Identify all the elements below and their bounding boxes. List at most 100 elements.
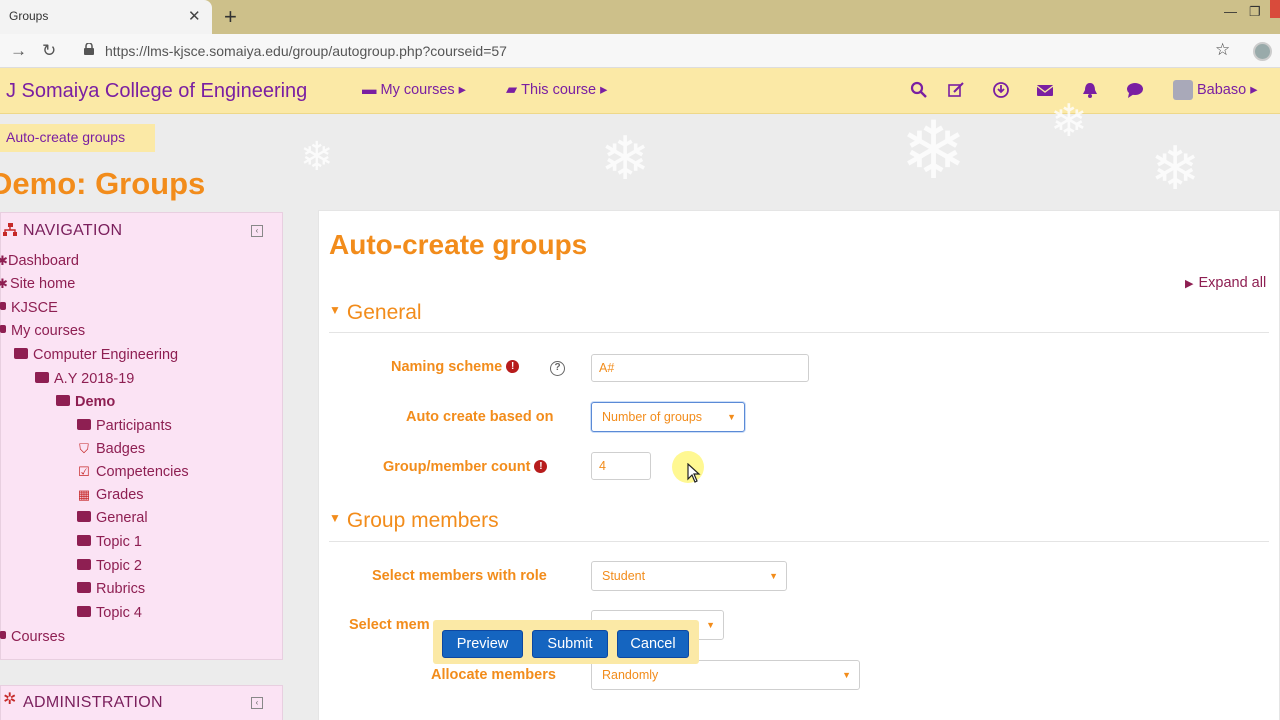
nav-item-participants[interactable]: Participants	[77, 418, 172, 434]
required-icon: !	[506, 359, 520, 373]
url-field[interactable]: https://lms-kjsce.somaiya.edu/group/auto…	[105, 43, 507, 59]
nav-item-topic-1[interactable]: Topic 1	[77, 534, 142, 550]
folder-open-icon	[35, 371, 49, 383]
table-icon: ▦	[77, 487, 91, 502]
nav-item-academic-year[interactable]: A.Y 2018-19	[35, 371, 134, 387]
section-general-title: General	[346, 301, 422, 324]
nav-item-my-courses[interactable]: My courses	[0, 323, 85, 339]
divider	[329, 332, 1269, 333]
minimize-icon[interactable]: —	[1224, 4, 1237, 19]
book-icon: ▰	[506, 82, 518, 98]
dashboard-icon: ✱	[0, 253, 8, 268]
shield-icon: ⛉	[79, 441, 89, 456]
nav-item-demo[interactable]: Demo	[56, 394, 115, 410]
preview-button[interactable]: Preview	[442, 630, 523, 658]
nav-item-topic-2[interactable]: Topic 2	[77, 558, 142, 574]
nav-item-general[interactable]: General	[77, 510, 148, 526]
auto-create-select[interactable]: Number of groups ▼	[591, 402, 745, 432]
nav-item-computer-engineering[interactable]: Computer Engineering	[14, 347, 178, 363]
form-action-bar: Preview Submit Cancel	[433, 620, 699, 664]
dock-block-icon[interactable]: ‹	[251, 697, 263, 709]
extension-icon[interactable]	[1253, 42, 1272, 61]
folder-icon	[77, 558, 91, 570]
this-course-menu[interactable]: ▰ This course ▸	[506, 82, 607, 98]
caret-right-icon: ▶	[1185, 278, 1194, 290]
this-course-label: This course	[521, 82, 597, 98]
search-icon[interactable]	[910, 81, 928, 99]
back-arrow-icon[interactable]: →	[10, 41, 27, 61]
avatar	[1173, 80, 1193, 100]
navigation-block: NAVIGATION ‹ ✱Dashboard ✱ Site home KJSCE…	[0, 212, 283, 660]
user-name: Babaso	[1197, 81, 1247, 98]
folder-icon	[77, 534, 91, 546]
select-members-label: Select mem	[349, 617, 430, 633]
download-circle-icon[interactable]	[992, 81, 1010, 99]
nav-item-badges[interactable]: ⛉ Badges	[77, 441, 145, 457]
divider	[329, 541, 1269, 542]
home-icon: ✱	[0, 276, 8, 291]
tab-title: Groups	[9, 9, 49, 23]
my-courses-menu[interactable]: ▬ My courses ▸	[362, 82, 466, 98]
chevron-down-icon: ▼	[842, 670, 851, 680]
reload-icon[interactable]: ↻	[42, 41, 56, 61]
group-member-count-input[interactable]: 4	[591, 452, 651, 480]
administration-block: ✲ ADMINISTRATION ‹	[0, 685, 283, 720]
chevron-down-icon: ▼	[727, 412, 736, 422]
expand-all-link[interactable]: ▶ Expand all	[1185, 275, 1266, 291]
caret-down-icon: ▼	[329, 303, 341, 318]
new-tab-icon[interactable]: +	[224, 4, 237, 30]
administration-title: ADMINISTRATION	[23, 694, 163, 711]
browser-tab[interactable]: Groups ✕	[0, 0, 212, 34]
restore-icon[interactable]: ❐	[1249, 4, 1261, 20]
section-general-toggle[interactable]: ▼ General	[329, 301, 422, 325]
nav-item-rubrics[interactable]: Rubrics	[77, 581, 145, 597]
chevron-down-icon: ▼	[706, 620, 715, 630]
snowflake-decoration-icon: ❄	[900, 106, 968, 195]
close-tab-icon[interactable]: ✕	[188, 7, 201, 25]
chevron-down-icon: ▼	[769, 571, 778, 581]
help-icon[interactable]: ?	[550, 361, 565, 376]
folder-icon	[0, 325, 6, 334]
user-menu[interactable]: Babaso ▸	[1173, 80, 1258, 100]
bookmark-star-icon[interactable]: ☆	[1215, 40, 1230, 60]
sitemap-icon	[3, 223, 17, 236]
folder-icon	[77, 510, 91, 522]
address-bar: → ↻ https://lms-kjsce.somaiya.edu/group/…	[0, 34, 1280, 68]
nav-item-topic-4[interactable]: Topic 4	[77, 605, 142, 621]
chat-bubble-icon[interactable]	[1126, 81, 1144, 99]
caret-down-icon: ▼	[329, 511, 341, 526]
square-icon	[0, 302, 6, 311]
cancel-button[interactable]: Cancel	[617, 630, 689, 658]
select-role-dropdown[interactable]: Student ▼	[591, 561, 787, 591]
nav-item-site-home[interactable]: ✱ Site home	[0, 276, 75, 292]
snowflake-decoration-icon: ❄	[1150, 135, 1201, 202]
caret-right-icon: ▸	[1250, 81, 1258, 98]
snowflake-decoration-icon: ❄	[1050, 95, 1088, 146]
site-brand[interactable]: J Somaiya College of Engineering	[6, 80, 307, 103]
nav-item-courses[interactable]: Courses	[0, 629, 65, 645]
snowflake-decoration-icon: ❄	[600, 125, 651, 192]
section-group-members-toggle[interactable]: ▼ Group members	[329, 509, 499, 533]
naming-scheme-input[interactable]: A#	[591, 354, 809, 382]
browser-tab-bar: Groups ✕ + — ❐	[0, 0, 1280, 34]
naming-scheme-label: Naming scheme!	[391, 359, 520, 375]
site-navbar: J Somaiya College of Engineering ▬ My cou…	[0, 68, 1280, 114]
nav-item-kjsce[interactable]: KJSCE	[0, 300, 58, 316]
allocate-members-select[interactable]: Randomly ▼	[591, 660, 860, 690]
auto-create-label: Auto create based on	[406, 409, 554, 425]
page-title: Demo: Groups	[0, 166, 206, 201]
caret-right-icon: ▸	[600, 82, 608, 98]
window-close-button[interactable]	[1270, 0, 1280, 18]
edit-icon[interactable]	[947, 81, 965, 99]
briefcase-icon: ▬	[362, 82, 377, 98]
lock-icon	[84, 43, 94, 55]
folder-icon	[77, 605, 91, 617]
nav-item-grades[interactable]: ▦ Grades	[77, 487, 144, 503]
mouse-cursor-icon	[687, 463, 701, 483]
dock-block-icon[interactable]: ‹	[251, 225, 263, 237]
breadcrumb[interactable]: Auto-create groups	[0, 124, 155, 152]
submit-button[interactable]: Submit	[532, 630, 608, 658]
navigation-title: NAVIGATION	[23, 222, 123, 239]
nav-item-competencies[interactable]: ☑ Competencies	[77, 464, 189, 480]
nav-item-dashboard[interactable]: ✱Dashboard	[0, 253, 79, 269]
